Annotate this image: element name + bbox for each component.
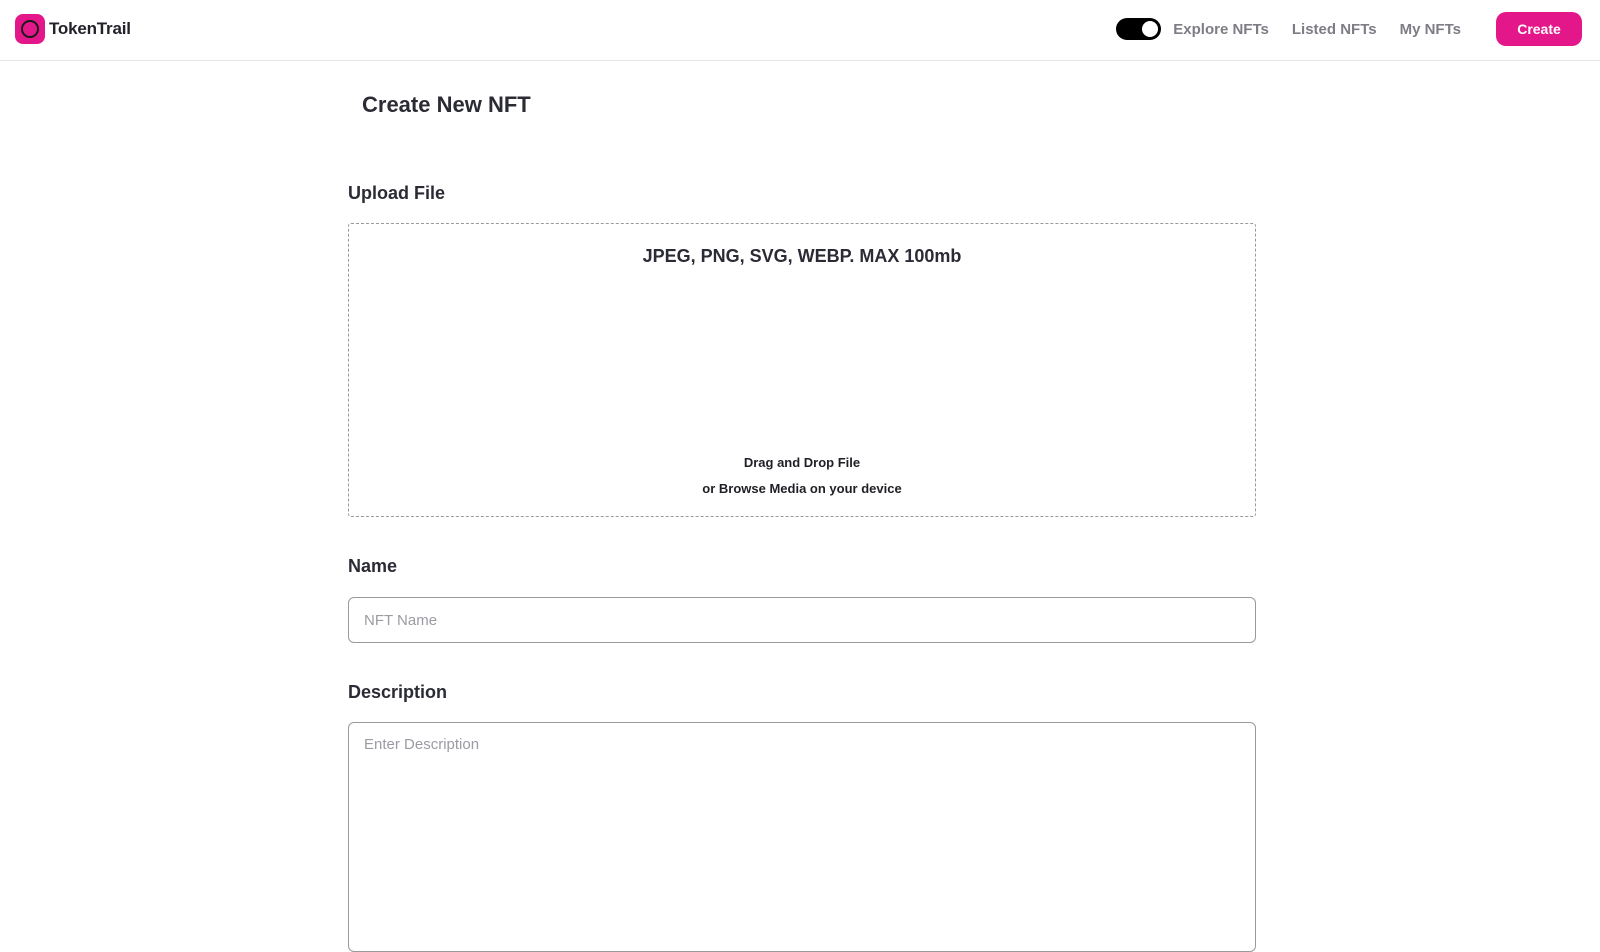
- main-nav: Explore NFTs Listed NFTs My NFTs Create: [1116, 12, 1582, 46]
- top-navbar: TokenTrail Explore NFTs Listed NFTs My N…: [0, 0, 1600, 61]
- nav-explore-nfts[interactable]: Explore NFTs: [1173, 21, 1269, 38]
- file-dropzone[interactable]: JPEG, PNG, SVG, WEBP. MAX 100mb Drag and…: [348, 223, 1256, 517]
- description-textarea[interactable]: [348, 722, 1256, 952]
- name-label: Name: [348, 556, 398, 576]
- create-button[interactable]: Create: [1496, 12, 1582, 46]
- description-label: Description: [348, 682, 448, 702]
- page-title: Create New NFT: [362, 92, 531, 117]
- logo-ring: [21, 20, 39, 38]
- drag-drop-hint: Drag and Drop File: [743, 455, 861, 470]
- theme-toggle[interactable]: [1116, 18, 1162, 40]
- brand-name: TokenTrail: [49, 19, 131, 38]
- nav-listed-nfts[interactable]: Listed NFTs: [1292, 21, 1377, 38]
- nft-name-input[interactable]: [348, 597, 1256, 643]
- toggle-knob: [1142, 21, 1159, 37]
- upload-file-label: Upload File: [348, 183, 446, 203]
- nav-my-nfts[interactable]: My NFTs: [1400, 21, 1461, 38]
- brand-logo[interactable]: TokenTrail: [15, 14, 131, 44]
- circle-logo-icon: [15, 14, 45, 44]
- upload-formats-text: JPEG, PNG, SVG, WEBP. MAX 100mb: [642, 246, 962, 266]
- browse-media-hint[interactable]: or Browse Media on your device: [349, 481, 1255, 496]
